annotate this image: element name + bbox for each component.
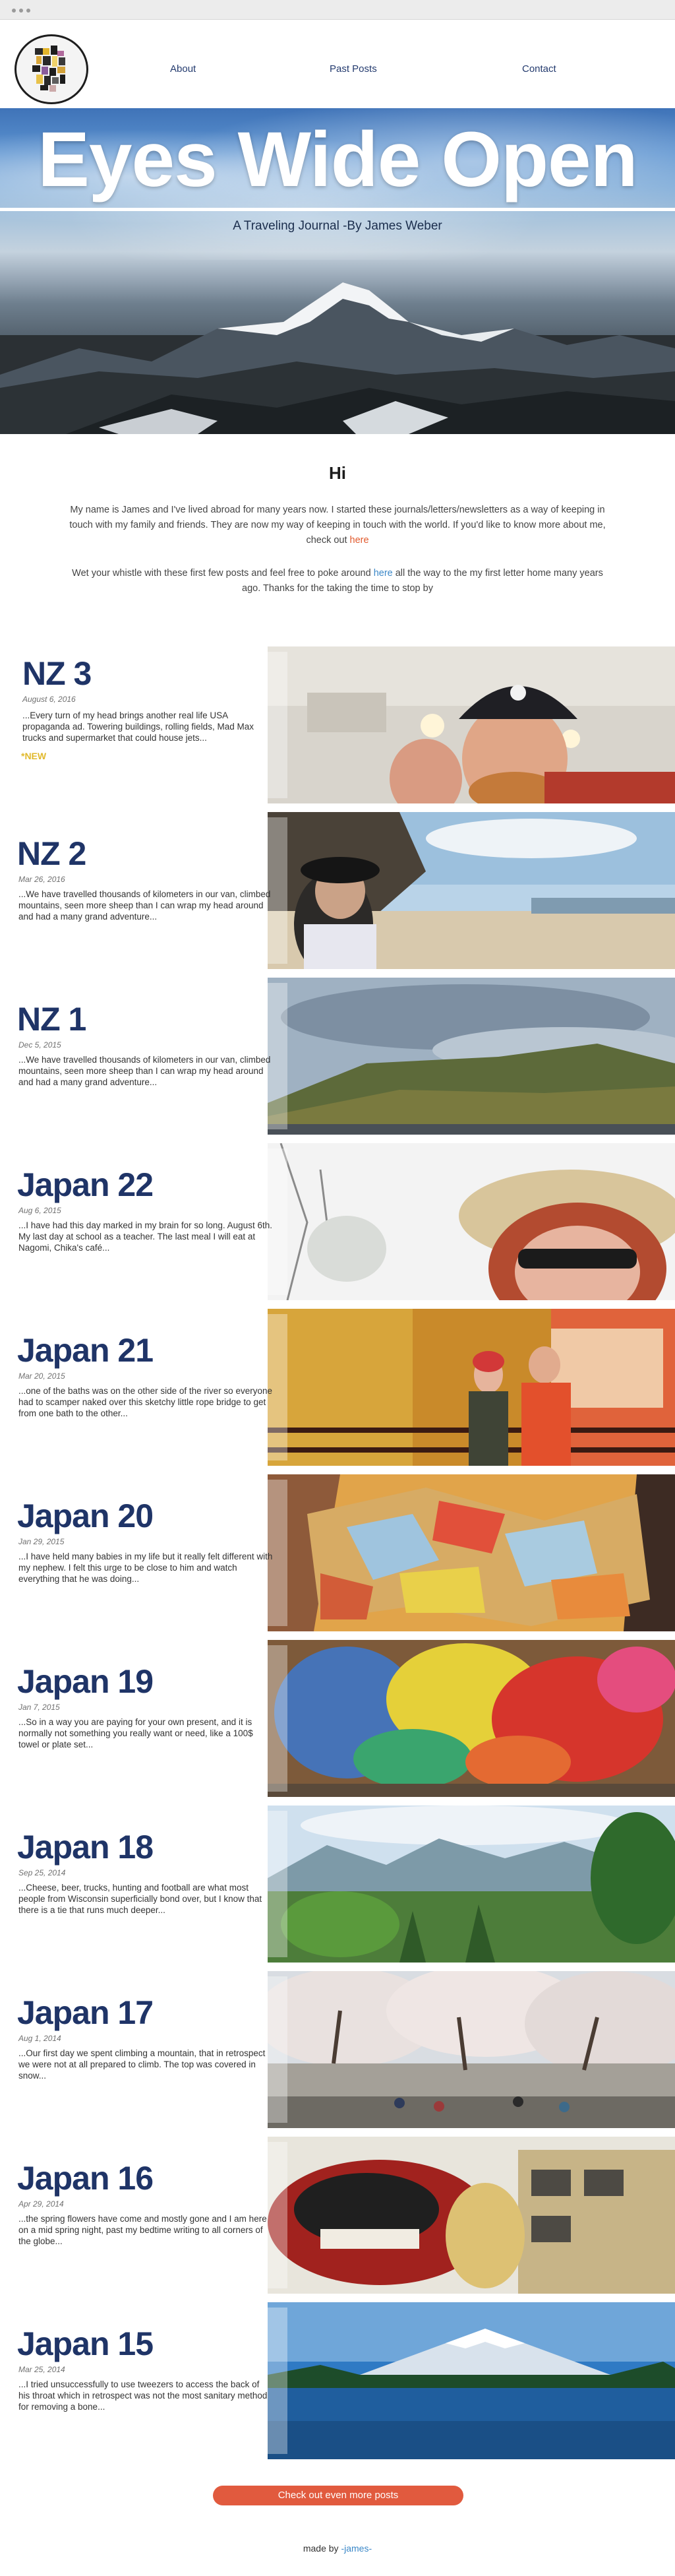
intro-text: My name is James and I've lived abroad f…	[69, 505, 606, 546]
post-title[interactable]: NZ 3	[22, 654, 92, 693]
post-date: Jan 7, 2015	[18, 1703, 60, 1712]
browser-chrome	[0, 0, 675, 20]
post-title[interactable]: NZ 2	[17, 834, 86, 873]
post-excerpt: ...one of the baths was on the other sid…	[18, 1386, 272, 1418]
post-thumbnail[interactable]	[268, 978, 675, 1135]
post-thumbnail[interactable]	[268, 1143, 675, 1300]
post-excerpt: ...We have travelled thousands of kilome…	[18, 1055, 271, 1087]
post-thumbnail[interactable]	[268, 646, 675, 803]
post-card[interactable]: Japan 18 Sep 25, 2014 ...Cheese, beer, t…	[0, 1800, 675, 1966]
mount-fuji-photo	[268, 2302, 675, 2459]
post-date: Jan 29, 2015	[18, 1537, 65, 1546]
post-card[interactable]: Japan 16 Apr 29, 2014 ...the spring flow…	[0, 2131, 675, 2297]
selfie-photo	[268, 646, 675, 803]
archive-here-link[interactable]: here	[374, 568, 393, 579]
signature-link[interactable]: -james-	[341, 2543, 372, 2554]
post-card[interactable]: Japan 20 Jan 29, 2015 ...I have held man…	[0, 1469, 675, 1635]
post-date: Dec 5, 2015	[18, 1040, 61, 1050]
made-by-text: made by	[303, 2543, 341, 2554]
post-title[interactable]: NZ 1	[17, 1000, 86, 1038]
about-here-link[interactable]: here	[350, 535, 369, 546]
post-date: Mar 20, 2015	[18, 1371, 65, 1381]
intro-paragraph-2: Wet your whistle with these first few po…	[63, 566, 612, 596]
post-thumbnail[interactable]	[268, 1474, 675, 1631]
post-excerpt: ...the spring flowers have come and most…	[18, 2214, 267, 2246]
post-date: August 6, 2016	[22, 695, 76, 704]
intro-paragraph: My name is James and I've lived abroad f…	[63, 503, 612, 548]
post-card[interactable]: Japan 21 Mar 20, 2015 ...one of the bath…	[0, 1304, 675, 1469]
post-date: Apr 29, 2014	[18, 2199, 64, 2209]
site-header: About Past Posts Contact	[0, 20, 675, 108]
post-card[interactable]: Japan 17 Aug 1, 2014 ...Our first day we…	[0, 1966, 675, 2131]
post-excerpt: ...Our first day we spent climbing a mou…	[18, 2048, 266, 2081]
post-date: Mar 26, 2016	[18, 875, 65, 884]
post-date: Mar 25, 2014	[18, 2365, 65, 2374]
post-title[interactable]: Japan 22	[17, 1166, 154, 1204]
post-card[interactable]: NZ 1 Dec 5, 2015 ...We have travelled th…	[0, 972, 675, 1138]
window-dot-icon[interactable]	[12, 9, 16, 13]
post-title[interactable]: Japan 19	[17, 1662, 154, 1701]
mountain-photo	[0, 282, 675, 434]
post-thumbnail[interactable]	[268, 2302, 675, 2459]
couple-photo	[268, 1309, 675, 1466]
post-excerpt: ...Cheese, beer, trucks, hunting and foo…	[18, 1883, 262, 1915]
net-art-photo	[268, 1640, 675, 1797]
post-thumbnail[interactable]	[268, 1309, 675, 1466]
nav-past-posts-link[interactable]: Past Posts	[330, 63, 377, 75]
post-title[interactable]: Japan 15	[17, 2325, 154, 2363]
post-thumbnail[interactable]	[268, 2137, 675, 2294]
post-title[interactable]: Japan 18	[17, 1828, 154, 1866]
post-excerpt: ...I have had this day marked in my brai…	[18, 1220, 272, 1253]
site-logo[interactable]	[15, 34, 88, 104]
more-posts-button[interactable]: Check out even more posts	[213, 2486, 463, 2505]
post-excerpt: ...I tried unsuccessfully to use tweezer…	[18, 2379, 268, 2412]
post-thumbnail[interactable]	[268, 1806, 675, 1963]
post-card[interactable]: Japan 22 Aug 6, 2015 ...I have had this …	[0, 1138, 675, 1304]
window-dot-icon[interactable]	[26, 9, 30, 13]
beach-photo	[268, 812, 675, 969]
new-badge: *NEW	[21, 751, 47, 761]
post-date: Aug 1, 2014	[18, 2034, 61, 2043]
intro-section: Hi My name is James and I've lived abroa…	[0, 434, 675, 641]
post-date: Aug 6, 2015	[18, 1206, 61, 1215]
hills-photo	[268, 978, 675, 1135]
intro-heading: Hi	[329, 463, 346, 483]
window-controls[interactable]	[12, 9, 30, 13]
post-excerpt: ...Every turn of my head brings another …	[22, 710, 254, 743]
lion-dance-photo	[268, 2137, 675, 2294]
post-title[interactable]: Japan 21	[17, 1331, 154, 1369]
post-excerpt: ...So in a way you are paying for your o…	[18, 1717, 253, 1749]
post-thumbnail[interactable]	[268, 812, 675, 969]
window-dot-icon[interactable]	[19, 9, 23, 13]
nav-about-link[interactable]: About	[170, 63, 196, 75]
post-list: NZ 3 August 6, 2016 ...Every turn of my …	[0, 641, 675, 2463]
post-card[interactable]: Japan 19 Jan 7, 2015 ...So in a way you …	[0, 1635, 675, 1800]
post-card[interactable]: Japan 15 Mar 25, 2014 ...I tried unsucce…	[0, 2297, 675, 2463]
cherry-blossom-photo	[268, 1971, 675, 2128]
post-excerpt: ...I have held many babies in my life bu…	[18, 1552, 273, 1584]
hero-divider	[0, 208, 675, 211]
hero-tagline: A Traveling Journal -By James Weber	[233, 219, 442, 233]
post-excerpt: ...We have travelled thousands of kilome…	[18, 889, 271, 922]
nav-contact-link[interactable]: Contact	[522, 63, 556, 75]
logo-mosaic-icon	[32, 46, 65, 92]
footer: made by -james-	[0, 2543, 675, 2554]
hero-title: Eyes Wide Open	[38, 116, 638, 203]
hat-selfie-photo	[268, 1143, 675, 1300]
post-thumbnail[interactable]	[268, 1971, 675, 2128]
post-card[interactable]: NZ 3 August 6, 2016 ...Every turn of my …	[0, 641, 675, 807]
forest-photo	[268, 1806, 675, 1963]
post-title[interactable]: Japan 20	[17, 1497, 154, 1535]
post-title[interactable]: Japan 17	[17, 1994, 154, 2032]
intro-text: Wet your whistle with these first few po…	[72, 568, 374, 579]
post-card[interactable]: NZ 2 Mar 26, 2016 ...We have travelled t…	[0, 807, 675, 972]
hero-banner: Eyes Wide Open A Traveling Journal -By J…	[0, 108, 675, 434]
post-thumbnail[interactable]	[268, 1640, 675, 1797]
post-date: Sep 25, 2014	[18, 1868, 66, 1877]
quilt-photo	[268, 1474, 675, 1631]
post-title[interactable]: Japan 16	[17, 2159, 154, 2197]
